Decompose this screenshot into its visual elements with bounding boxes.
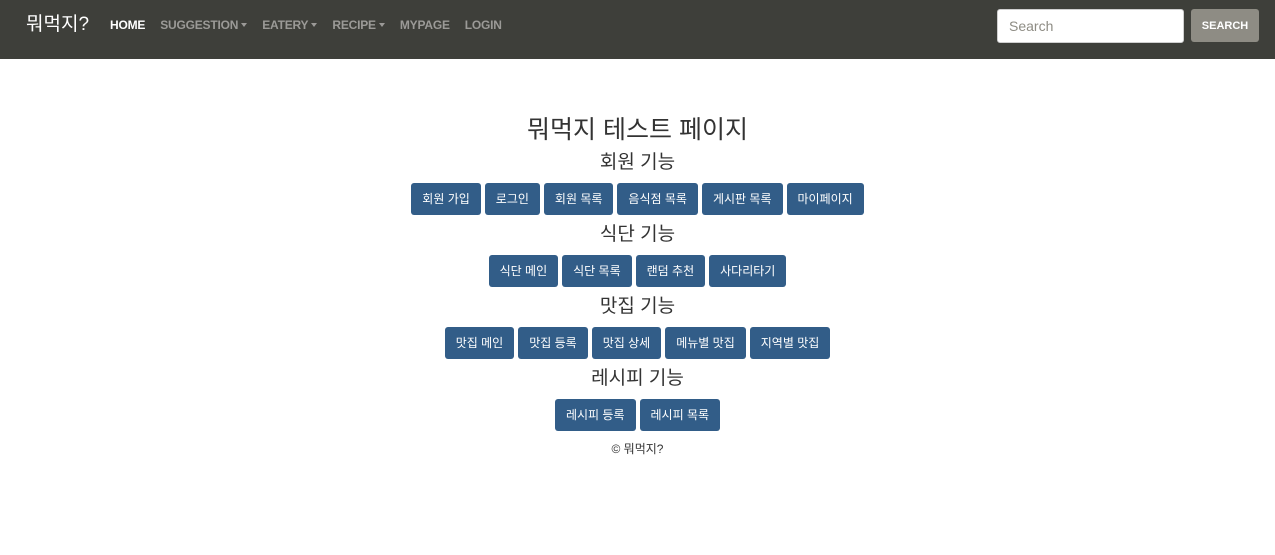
recipe-list-button[interactable]: 레시피 목록 xyxy=(639,399,721,431)
recipe-register-button[interactable]: 레시피 등록 xyxy=(554,399,636,431)
caret-down-icon xyxy=(378,23,385,27)
member-buttons: 회원 가입 로그인 회원 목록 음식점 목록 게시판 목록 마이페이지 xyxy=(0,183,1275,215)
section-title-eatery: 맛집 기능 xyxy=(599,296,676,317)
nav-eatery-label: EATERY xyxy=(262,18,309,32)
nav-recipe-label: RECIPE xyxy=(332,18,376,32)
eatery-detail-button[interactable]: 맛집 상세 xyxy=(591,327,662,359)
nav-mypage[interactable]: MYPAGE xyxy=(400,18,450,32)
main-content: 뭐먹지 테스트 페이지 회원 기능 회원 가입 로그인 회원 목록 음식점 목록… xyxy=(0,110,1275,457)
diet-buttons: 식단 메인 식단 목록 랜덤 추천 사다리타기 xyxy=(0,255,1275,287)
search-input[interactable] xyxy=(997,9,1184,43)
caret-down-icon xyxy=(311,23,318,27)
eatery-by-menu-button[interactable]: 메뉴별 맛집 xyxy=(665,327,746,359)
search-button[interactable]: SEARCH xyxy=(1191,9,1259,42)
nav-suggestion-label: SUGGESTION xyxy=(160,18,239,32)
page-title: 뭐먹지 테스트 페이지 xyxy=(527,116,748,144)
signup-button[interactable]: 회원 가입 xyxy=(411,183,481,215)
caret-down-icon xyxy=(241,23,248,27)
nav-eatery-dropdown[interactable]: EATERY xyxy=(262,18,318,32)
nav-recipe-dropdown[interactable]: RECIPE xyxy=(332,18,385,32)
eatery-by-region-button[interactable]: 지역별 맛집 xyxy=(749,327,831,359)
section-title-member: 회원 기능 xyxy=(599,152,676,173)
nav-home-label: HOME xyxy=(110,18,146,32)
nav-suggestion-dropdown[interactable]: SUGGESTION xyxy=(160,18,248,32)
nav-login-label: LOGIN xyxy=(464,18,502,32)
section-title-diet: 식단 기능 xyxy=(599,224,676,245)
ladder-game-button[interactable]: 사다리타기 xyxy=(709,255,787,287)
login-button[interactable]: 로그인 xyxy=(484,183,540,215)
mypage-button[interactable]: 마이페이지 xyxy=(786,183,864,215)
eatery-register-button[interactable]: 맛집 등록 xyxy=(518,327,588,359)
recipe-buttons: 레시피 등록 레시피 목록 xyxy=(0,399,1275,431)
member-list-button[interactable]: 회원 목록 xyxy=(543,183,614,215)
nav-links: HOME SUGGESTION EATERY RECIPE MYPAGE LOG… xyxy=(110,18,502,32)
random-recommend-button[interactable]: 랜덤 추천 xyxy=(635,255,706,287)
nav-home[interactable]: HOME xyxy=(110,18,145,32)
nav-login[interactable]: LOGIN xyxy=(465,18,502,32)
restaurant-list-button[interactable]: 음식점 목록 xyxy=(617,183,698,215)
top-navbar: 뭐먹지? HOME SUGGESTION EATERY RECIPE MYPAG… xyxy=(0,0,1275,59)
diet-main-button[interactable]: 식단 메인 xyxy=(488,255,559,287)
brand-logo[interactable]: 뭐먹지? xyxy=(26,12,89,38)
diet-list-button[interactable]: 식단 목록 xyxy=(562,255,632,287)
nav-mypage-label: MYPAGE xyxy=(399,18,450,32)
board-list-button[interactable]: 게시판 목록 xyxy=(701,183,783,215)
section-title-recipe: 레시피 기능 xyxy=(591,368,684,389)
eatery-buttons: 맛집 메인 맛집 등록 맛집 상세 메뉴별 맛집 지역별 맛집 xyxy=(0,327,1275,359)
footer-copyright: © 뭐먹지? xyxy=(611,442,664,456)
eatery-main-button[interactable]: 맛집 메인 xyxy=(444,327,515,359)
